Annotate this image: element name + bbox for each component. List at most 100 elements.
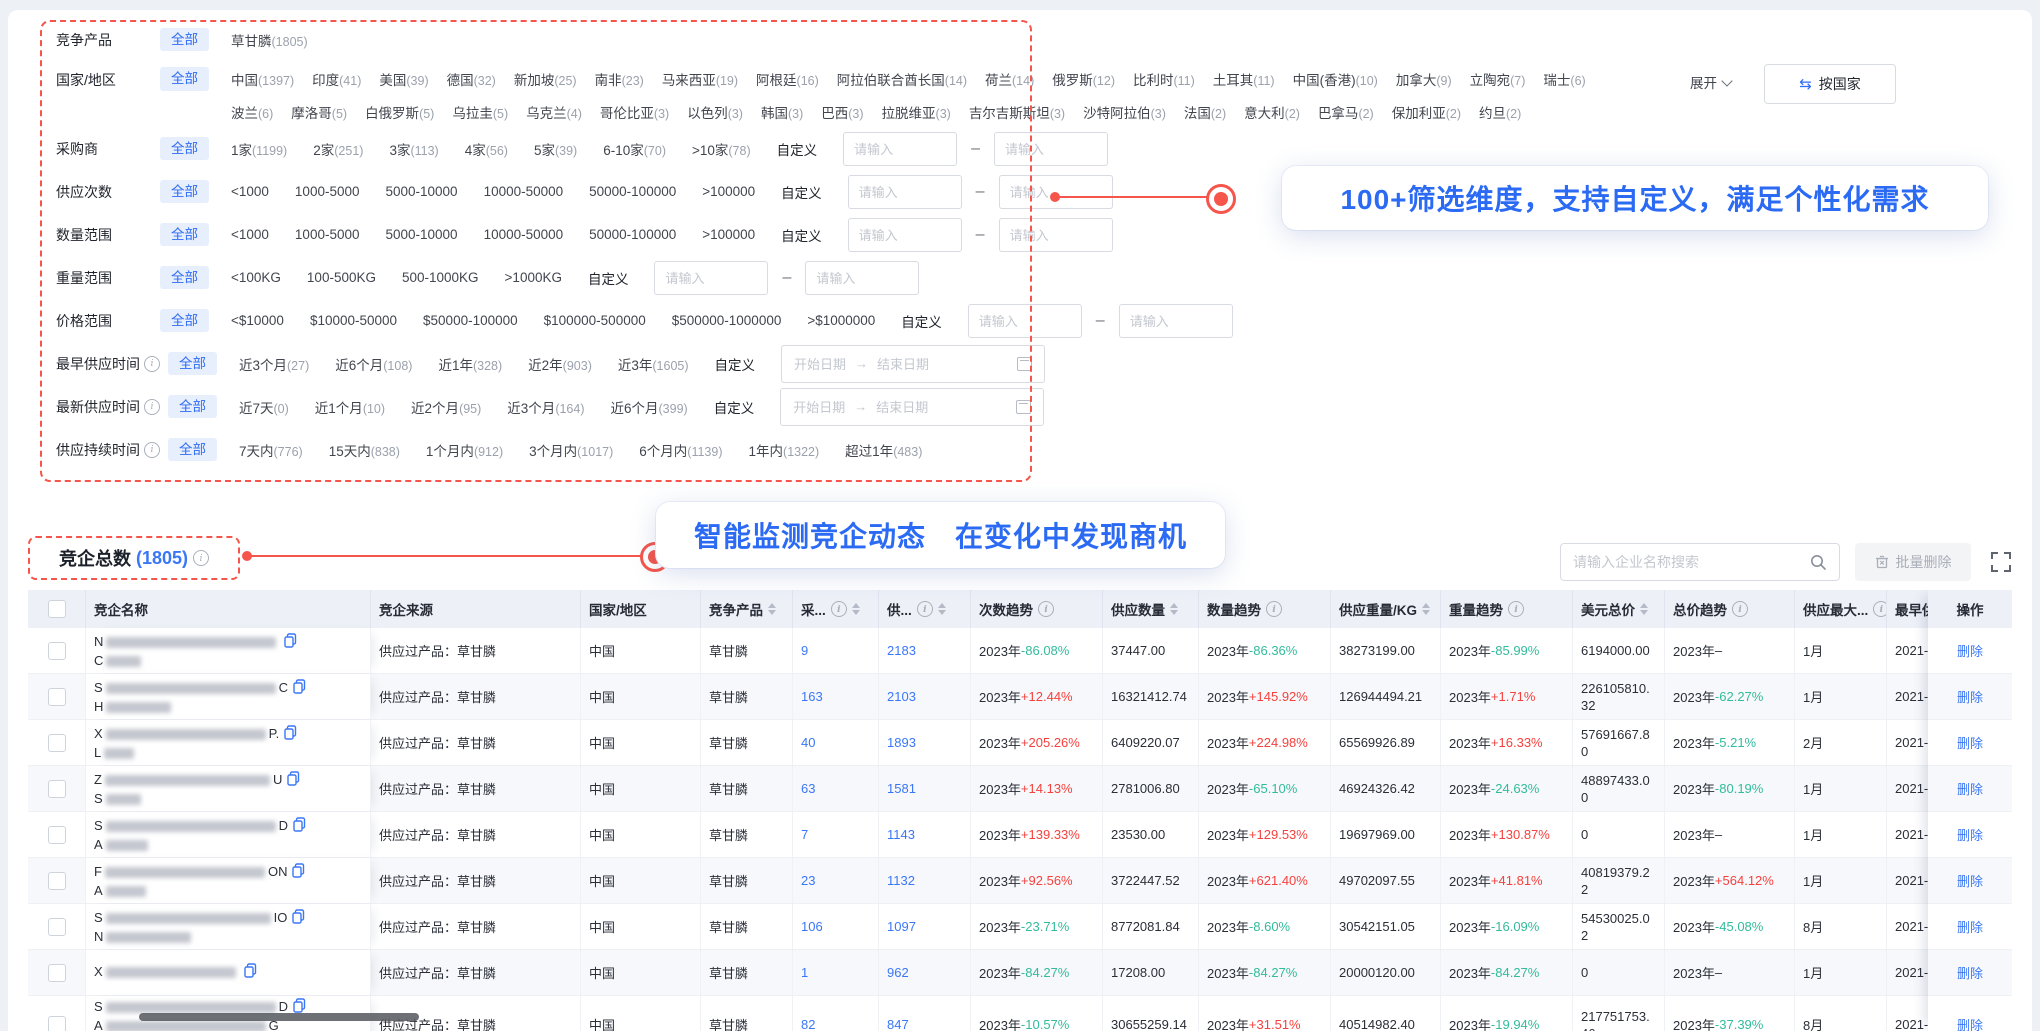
filter-option[interactable]: <1000 bbox=[231, 184, 269, 199]
row-checkbox[interactable] bbox=[48, 918, 66, 936]
delete-link[interactable]: 删除 bbox=[1957, 779, 1983, 798]
filter-option[interactable]: 15天内(838) bbox=[329, 440, 400, 460]
filter-option[interactable]: 近7天(0) bbox=[239, 397, 289, 417]
filter-option[interactable]: 约旦(2) bbox=[1479, 102, 1521, 122]
filter-option[interactable]: 5000-10000 bbox=[385, 184, 457, 199]
filter-option[interactable]: 荷兰(14) bbox=[985, 69, 1034, 89]
custom-max-input[interactable]: 请输入 bbox=[999, 218, 1113, 252]
filter-option[interactable]: 乌拉圭(5) bbox=[452, 102, 508, 122]
filter-option[interactable]: >10家(78) bbox=[692, 139, 751, 159]
filter-option[interactable]: 马来西亚(19) bbox=[662, 69, 738, 89]
filter-option[interactable]: 5000-10000 bbox=[385, 227, 457, 242]
filter-option[interactable]: 3个月内(1017) bbox=[529, 440, 613, 460]
sort-icon[interactable] bbox=[1422, 603, 1430, 615]
filter-all-chip[interactable]: 全部 bbox=[160, 137, 209, 161]
filter-option[interactable]: 5家(39) bbox=[534, 139, 577, 159]
column-header-12[interactable]: 美元总价 bbox=[1573, 590, 1665, 628]
link-supply[interactable]: 2103 bbox=[887, 689, 916, 704]
filter-all-chip[interactable]: 全部 bbox=[168, 352, 217, 376]
filter-option[interactable]: 10000-50000 bbox=[484, 184, 564, 199]
column-header-10[interactable]: 供应重量/KG bbox=[1331, 590, 1441, 628]
filter-option[interactable]: 哥伦比亚(3) bbox=[600, 102, 669, 122]
filter-option[interactable]: 近6个月(399) bbox=[611, 397, 688, 417]
row-checkbox[interactable] bbox=[48, 780, 66, 798]
column-header-13[interactable]: 总价趋势i bbox=[1665, 590, 1795, 628]
filter-all-chip[interactable]: 全部 bbox=[168, 395, 217, 419]
copy-icon[interactable] bbox=[284, 636, 297, 651]
filter-option[interactable]: 摩洛哥(5) bbox=[291, 102, 347, 122]
link-supply[interactable]: 1893 bbox=[887, 735, 916, 750]
row-checkbox[interactable] bbox=[48, 872, 66, 890]
column-header-14[interactable]: 供应最大...i bbox=[1795, 590, 1887, 628]
filter-option[interactable]: 超过1年(483) bbox=[845, 440, 922, 460]
filter-option[interactable]: 意大利(2) bbox=[1244, 102, 1300, 122]
filter-option[interactable]: 500-1000KG bbox=[402, 270, 479, 285]
column-header-1[interactable]: 竞企名称 bbox=[86, 590, 371, 628]
expand-toggle[interactable]: 展开 bbox=[1690, 72, 1731, 92]
filter-option[interactable]: 保加利亚(2) bbox=[1392, 102, 1461, 122]
column-header-3[interactable]: 国家/地区 bbox=[581, 590, 701, 628]
filter-option[interactable]: 加拿大(9) bbox=[1396, 69, 1452, 89]
filter-option[interactable]: 法国(2) bbox=[1184, 102, 1226, 122]
link-supply[interactable]: 1132 bbox=[887, 873, 915, 888]
filter-option[interactable]: 10000-50000 bbox=[484, 227, 564, 242]
filter-option[interactable]: 6个月内(1139) bbox=[639, 440, 722, 460]
filter-option[interactable]: 新加坡(25) bbox=[514, 69, 577, 89]
link-supply[interactable]: 962 bbox=[887, 965, 909, 980]
filter-option[interactable]: 白俄罗斯(5) bbox=[365, 102, 434, 122]
filter-all-chip[interactable]: 全部 bbox=[160, 266, 209, 290]
custom-min-input[interactable]: 请输入 bbox=[654, 261, 768, 295]
link-buyers[interactable]: 9 bbox=[801, 643, 808, 658]
column-header-8[interactable]: 供应数量 bbox=[1103, 590, 1199, 628]
filter-option[interactable]: 3家(113) bbox=[389, 139, 438, 159]
link-buyers[interactable]: 163 bbox=[801, 689, 823, 704]
row-checkbox[interactable] bbox=[48, 1016, 66, 1031]
sort-icon[interactable] bbox=[852, 603, 860, 615]
filter-option[interactable]: 50000-100000 bbox=[589, 184, 676, 199]
filter-option[interactable]: <$10000 bbox=[231, 313, 284, 328]
filter-option[interactable]: 南非(23) bbox=[595, 69, 644, 89]
filter-option[interactable]: >$1000000 bbox=[807, 313, 875, 328]
filter-option[interactable]: 近3年(1605) bbox=[618, 354, 689, 374]
select-all-checkbox[interactable] bbox=[48, 600, 66, 618]
link-buyers[interactable]: 40 bbox=[801, 735, 815, 750]
filter-option[interactable]: 近1个月(10) bbox=[315, 397, 385, 417]
delete-link[interactable]: 删除 bbox=[1957, 963, 1983, 982]
filter-option[interactable]: 俄罗斯(12) bbox=[1052, 69, 1115, 89]
filter-option[interactable]: 中国(香港)(10) bbox=[1293, 69, 1378, 89]
copy-icon[interactable] bbox=[292, 912, 305, 927]
link-supply[interactable]: 1143 bbox=[887, 827, 915, 842]
filter-option[interactable]: 近1年(328) bbox=[438, 354, 502, 374]
fullscreen-icon[interactable] bbox=[1990, 551, 2012, 573]
filter-option[interactable]: 50000-100000 bbox=[589, 227, 676, 242]
filter-option[interactable]: 1000-5000 bbox=[295, 184, 360, 199]
filter-option[interactable]: 阿根廷(16) bbox=[756, 69, 819, 89]
link-buyers[interactable]: 1 bbox=[801, 965, 808, 980]
row-checkbox[interactable] bbox=[48, 734, 66, 752]
filter-option[interactable]: 吉尔吉斯斯坦(3) bbox=[969, 102, 1065, 122]
filter-option[interactable]: <1000 bbox=[231, 227, 269, 242]
filter-option[interactable]: 比利时(11) bbox=[1133, 69, 1195, 89]
filter-option[interactable]: 1家(1199) bbox=[231, 139, 287, 159]
row-checkbox[interactable] bbox=[48, 826, 66, 844]
filter-option[interactable]: 拉脱维亚(3) bbox=[882, 102, 951, 122]
filter-option[interactable]: 1年内(1322) bbox=[749, 440, 820, 460]
delete-link[interactable]: 删除 bbox=[1957, 917, 1983, 936]
filter-option[interactable]: 1个月内(912) bbox=[426, 440, 503, 460]
sort-icon[interactable] bbox=[938, 603, 946, 615]
filter-option[interactable]: 美国(39) bbox=[379, 69, 428, 89]
link-supply[interactable]: 847 bbox=[887, 1017, 909, 1031]
column-header-9[interactable]: 数量趋势i bbox=[1199, 590, 1331, 628]
filter-all-chip[interactable]: 全部 bbox=[160, 180, 209, 204]
custom-min-input[interactable]: 请输入 bbox=[848, 218, 962, 252]
custom-range-label[interactable]: 自定义 bbox=[777, 139, 818, 159]
custom-max-input[interactable]: 请输入 bbox=[1119, 304, 1233, 338]
filter-option[interactable]: 德国(32) bbox=[447, 69, 496, 89]
sort-icon[interactable] bbox=[1170, 603, 1178, 615]
filter-option[interactable]: 近6个月(108) bbox=[335, 354, 412, 374]
batch-delete-button[interactable]: 批量删除 bbox=[1855, 543, 1971, 581]
filter-option[interactable]: 印度(41) bbox=[312, 69, 361, 89]
row-checkbox[interactable] bbox=[48, 688, 66, 706]
filter-option[interactable]: >100000 bbox=[702, 227, 755, 242]
custom-max-input[interactable]: 请输入 bbox=[805, 261, 919, 295]
